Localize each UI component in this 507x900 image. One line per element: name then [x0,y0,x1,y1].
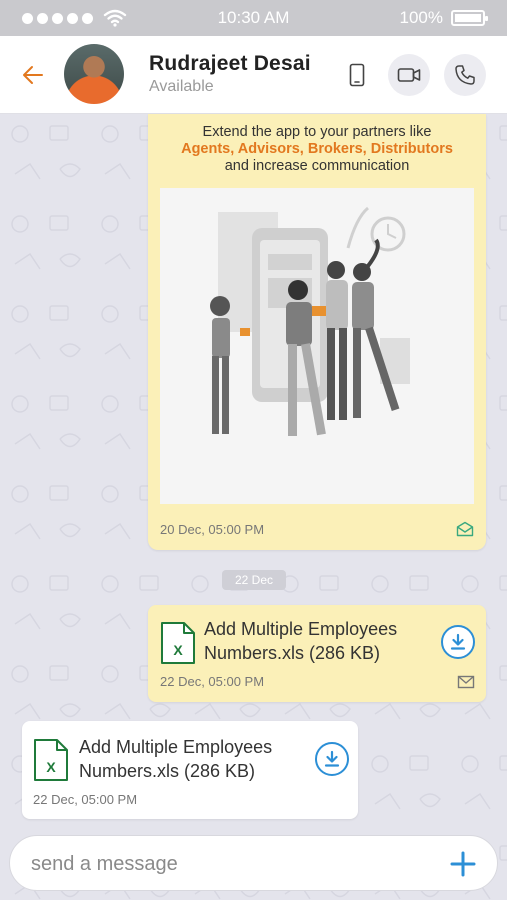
video-call-button[interactable] [388,54,430,96]
promo-image-message[interactable]: Extend the app to your partners like Age… [148,114,486,550]
status-right: 100% [399,8,488,28]
contact-name[interactable]: Rudrajeet Desai [149,52,311,76]
promo-line-1: Extend the app to your partners like [202,124,432,140]
voice-call-button[interactable] [444,54,486,96]
contact-status: Available [149,78,214,95]
status-bar: 10:30 AM 100% [0,0,507,36]
excel-file-icon: X [34,739,68,781]
message-composer [9,835,498,891]
video-camera-icon [397,68,421,82]
signal-icon [22,12,93,24]
plus-icon[interactable] [449,850,477,878]
mobile-icon [349,63,365,87]
battery-percent: 100% [399,8,443,27]
avatar[interactable] [64,44,124,104]
download-button[interactable] [315,742,349,776]
back-arrow-icon[interactable] [20,62,46,88]
phone-icon [455,65,475,85]
partners-illustration [160,188,474,504]
status-left [22,9,127,27]
incoming-file-message[interactable]: X Add Multiple Employees Numbers.xls (28… [22,721,358,819]
sent-envelope-icon [457,675,475,689]
outgoing-file-message[interactable]: X Add Multiple Employees Numbers.xls (28… [148,605,486,702]
message-time: 20 Dec, 05:00 PM [160,522,265,537]
promo-line-2: Agents, Advisors, Brokers, Distributors [181,141,453,157]
file-name-line-1: Add Multiple Employees [79,737,273,757]
file-name-line-2: Numbers.xls (286 KB) [79,761,256,781]
date-separator: 22 Dec [222,570,286,590]
svg-text:X: X [173,642,183,658]
chat-area[interactable]: Extend the app to your partners like Age… [0,114,507,900]
battery-icon [451,10,488,26]
mobile-button[interactable] [336,54,378,96]
message-time: 22 Dec, 05:00 PM [33,792,138,807]
download-button[interactable] [441,625,475,659]
message-time: 22 Dec, 05:00 PM [160,674,265,689]
chat-header: Rudrajeet Desai Available [0,36,507,114]
excel-file-icon: X [161,622,195,664]
file-name-line-2: Numbers.xls (286 KB) [204,643,381,663]
read-envelope-icon [456,521,474,537]
download-icon [324,750,340,767]
message-input[interactable] [31,849,431,879]
download-icon [450,633,466,650]
file-name-line-1: Add Multiple Employees [204,619,398,639]
promo-line-3: and increase communication [224,158,410,174]
svg-text:X: X [46,759,56,775]
wifi-icon [103,9,127,27]
